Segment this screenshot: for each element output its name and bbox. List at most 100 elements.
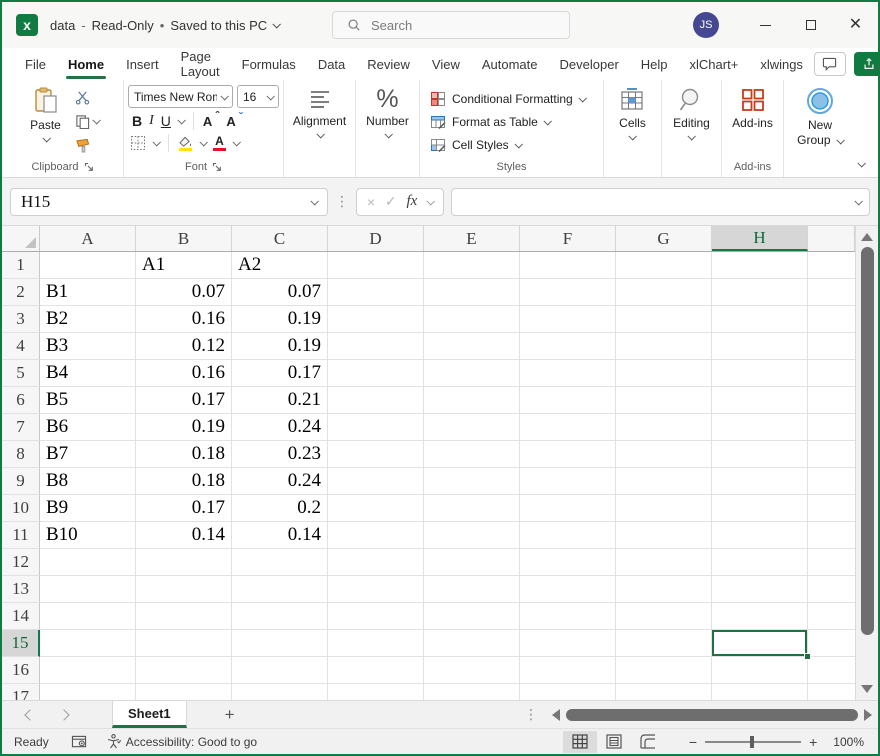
cell-H10[interactable] — [712, 495, 808, 522]
cell-G2[interactable] — [616, 279, 712, 306]
page-layout-view-button[interactable] — [597, 731, 631, 753]
cell-H7[interactable] — [712, 414, 808, 441]
cell-A13[interactable] — [40, 576, 136, 603]
cell-C9[interactable]: 0.24 — [232, 468, 328, 495]
cell-I1-partial[interactable] — [808, 252, 855, 279]
cell-I2-partial[interactable] — [808, 279, 855, 306]
cell-I3-partial[interactable] — [808, 306, 855, 333]
cell-B6[interactable]: 0.17 — [136, 387, 232, 414]
cell-C1[interactable]: A2 — [232, 252, 328, 279]
cell-C2[interactable]: 0.07 — [232, 279, 328, 306]
cell-B16[interactable] — [136, 657, 232, 684]
cell-B11[interactable]: 0.14 — [136, 522, 232, 549]
ribbon-tab-review[interactable]: Review — [356, 48, 421, 80]
cell-E14[interactable] — [424, 603, 520, 630]
cell-H17[interactable] — [712, 684, 808, 700]
close-button[interactable]: ✕ — [833, 2, 878, 48]
column-header-H[interactable]: H — [712, 226, 808, 251]
cell-H9[interactable] — [712, 468, 808, 495]
row-header-11[interactable]: 11 — [2, 522, 40, 549]
cell-D2[interactable] — [328, 279, 424, 306]
cell-B8[interactable]: 0.18 — [136, 441, 232, 468]
cell-E4[interactable] — [424, 333, 520, 360]
cell-H3[interactable] — [712, 306, 808, 333]
cell-B14[interactable] — [136, 603, 232, 630]
cell-F10[interactable] — [520, 495, 616, 522]
cell-A15[interactable] — [40, 630, 136, 657]
cell-A4[interactable]: B3 — [40, 333, 136, 360]
column-header-C[interactable]: C — [232, 226, 328, 251]
cell-C3[interactable]: 0.19 — [232, 306, 328, 333]
cell-H11[interactable] — [712, 522, 808, 549]
cancel-formula-icon[interactable]: × — [367, 194, 375, 210]
cell-A11[interactable]: B10 — [40, 522, 136, 549]
cell-H13[interactable] — [712, 576, 808, 603]
ribbon-tab-formulas[interactable]: Formulas — [231, 48, 307, 80]
cell-G7[interactable] — [616, 414, 712, 441]
row-header-17[interactable]: 17 — [2, 684, 40, 700]
zoom-in-icon[interactable]: + — [809, 734, 817, 750]
vertical-scroll-thumb[interactable] — [861, 247, 874, 635]
cell-A17[interactable] — [40, 684, 136, 700]
cell-I17-partial[interactable] — [808, 684, 855, 700]
cell-C5[interactable]: 0.17 — [232, 360, 328, 387]
zoom-out-icon[interactable]: − — [689, 734, 697, 750]
cell-G17[interactable] — [616, 684, 712, 700]
decrease-font-button[interactable]: A — [226, 114, 242, 129]
cell-F17[interactable] — [520, 684, 616, 700]
column-header-I-partial[interactable]: I — [808, 226, 855, 251]
cell-A14[interactable] — [40, 603, 136, 630]
cell-B7[interactable]: 0.19 — [136, 414, 232, 441]
cell-H16[interactable] — [712, 657, 808, 684]
ribbon-tab-home[interactable]: Home — [57, 48, 115, 80]
font-dialog-launcher-icon[interactable] — [212, 162, 222, 172]
cell-E1[interactable] — [424, 252, 520, 279]
underline-button[interactable]: U — [161, 113, 171, 129]
formula-expand-chevron-icon[interactable] — [854, 197, 862, 205]
row-header-10[interactable]: 10 — [2, 495, 40, 522]
cell-A10[interactable]: B9 — [40, 495, 136, 522]
row-header-4[interactable]: 4 — [2, 333, 40, 360]
cell-B13[interactable] — [136, 576, 232, 603]
column-header-E[interactable]: E — [424, 226, 520, 251]
cell-H6[interactable] — [712, 387, 808, 414]
paste-button[interactable]: Paste — [23, 85, 68, 159]
ribbon-tab-xlchart-[interactable]: xlChart+ — [679, 48, 750, 80]
formula-input[interactable] — [451, 188, 870, 216]
scroll-down-icon[interactable] — [861, 685, 873, 693]
row-header-14[interactable]: 14 — [2, 603, 40, 630]
cell-A3[interactable]: B2 — [40, 306, 136, 333]
cell-I4-partial[interactable] — [808, 333, 855, 360]
cell-C15[interactable] — [232, 630, 328, 657]
cell-H8[interactable] — [712, 441, 808, 468]
column-header-B[interactable]: B — [136, 226, 232, 251]
cell-A9[interactable]: B8 — [40, 468, 136, 495]
zoom-handle[interactable] — [750, 736, 754, 748]
cell-E8[interactable] — [424, 441, 520, 468]
cell-G14[interactable] — [616, 603, 712, 630]
cell-F15[interactable] — [520, 630, 616, 657]
cell-G3[interactable] — [616, 306, 712, 333]
cell-D8[interactable] — [328, 441, 424, 468]
maximize-button[interactable] — [788, 2, 833, 48]
format-as-table-button[interactable]: Format as Table — [426, 111, 554, 133]
cell-B2[interactable]: 0.07 — [136, 279, 232, 306]
insert-function-icon[interactable]: fx — [406, 193, 417, 210]
cell-H1[interactable] — [712, 252, 808, 279]
zoom-level[interactable]: 100% — [833, 735, 864, 749]
cell-I6-partial[interactable] — [808, 387, 855, 414]
cell-A1[interactable] — [40, 252, 136, 279]
cell-F9[interactable] — [520, 468, 616, 495]
row-header-13[interactable]: 13 — [2, 576, 40, 603]
editing-button[interactable]: Editing — [666, 85, 717, 159]
row-header-7[interactable]: 7 — [2, 414, 40, 441]
cell-G4[interactable] — [616, 333, 712, 360]
font-size-select[interactable]: 16 — [237, 85, 279, 108]
cell-A5[interactable]: B4 — [40, 360, 136, 387]
cell-styles-button[interactable]: Cell Styles — [426, 134, 525, 156]
formula-bar-grip-icon[interactable]: ⋮ — [335, 193, 349, 210]
scroll-right-icon[interactable] — [864, 709, 872, 721]
cell-F2[interactable] — [520, 279, 616, 306]
zoom-slider[interactable]: − + — [689, 734, 817, 750]
cell-D4[interactable] — [328, 333, 424, 360]
